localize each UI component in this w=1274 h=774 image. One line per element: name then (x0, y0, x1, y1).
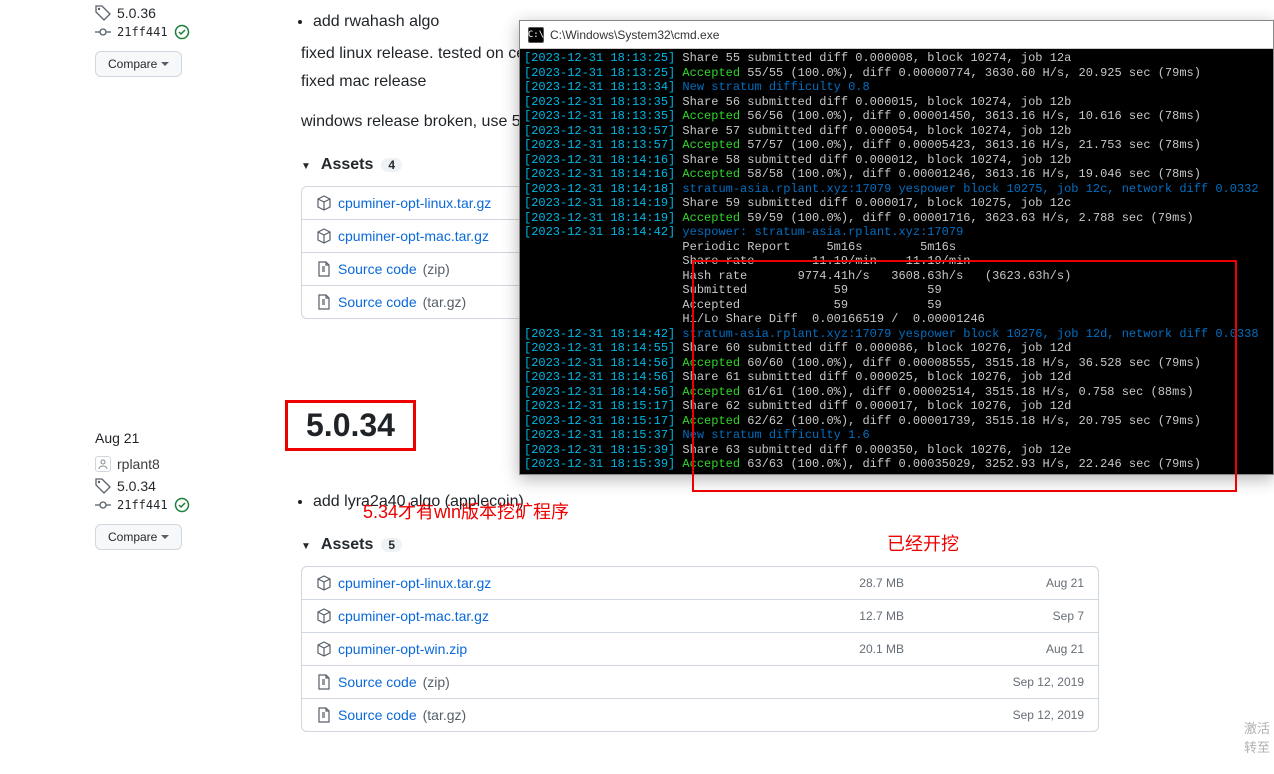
asset-row: cpuminer-opt-mac.tar.gz 12.7 MB Sep 7 (302, 599, 1098, 632)
asset-date: Aug 21 (994, 642, 1084, 656)
asset-link[interactable]: cpuminer-opt-win.zip (338, 641, 467, 657)
package-icon (316, 641, 332, 657)
asset-link[interactable]: cpuminer-opt-linux.tar.gz (338, 195, 491, 211)
asset-row: cpuminer-opt-linux.tar.gz 28.7 MB Aug 21 (302, 567, 1098, 599)
cmd-body[interactable]: [2023-12-31 18:13:25] Share 55 submitted… (520, 49, 1273, 474)
assets-label: Assets (321, 156, 373, 174)
tag-value-2: 5.0.34 (117, 478, 156, 494)
verified-icon (174, 497, 190, 513)
package-icon (316, 228, 332, 244)
asset-link[interactable]: Source code (338, 261, 417, 277)
release-2-body: add lyra2a40 algo (applecoin) Assets 5 c… (285, 490, 1099, 732)
release-2-title: 5.0.34 (285, 400, 416, 451)
asset-date: Aug 21 (994, 576, 1084, 590)
asset-link[interactable]: Source code (338, 674, 417, 690)
cmd-window-icon: C:\ (528, 27, 544, 43)
release-date: Aug 21 (95, 430, 245, 446)
assets-count: 5 (381, 538, 402, 552)
verified-icon (174, 24, 190, 40)
compare-label: Compare (108, 530, 157, 544)
compare-button[interactable]: Compare (95, 51, 182, 77)
watermark-line2: 转至 (1244, 737, 1270, 756)
file-zip-icon (316, 674, 332, 690)
asset-ext: (tar.gz) (423, 294, 467, 310)
asset-size: 28.7 MB (859, 576, 904, 590)
commit-value-2[interactable]: 21ff441 (117, 498, 168, 512)
assets-label: Assets (321, 536, 373, 554)
chevron-down-icon (161, 62, 169, 66)
annotation-text-2: 已经开挖 (887, 530, 959, 556)
assets-2-list: cpuminer-opt-linux.tar.gz28.7 MBAug 21cp… (301, 566, 1099, 732)
caret-icon (301, 156, 313, 174)
caret-icon (301, 536, 313, 554)
package-icon (316, 575, 332, 591)
tag-value: 5.0.36 (117, 5, 156, 21)
asset-link[interactable]: cpuminer-opt-mac.tar.gz (338, 608, 489, 624)
asset-row: cpuminer-opt-win.zip 20.1 MB Aug 21 (302, 632, 1098, 665)
chevron-down-icon (161, 535, 169, 539)
asset-date: Sep 7 (994, 609, 1084, 623)
commit-icon (95, 24, 111, 40)
asset-size: 20.1 MB (859, 642, 904, 656)
assets-2-header[interactable]: Assets 5 (301, 536, 1099, 554)
commit-row: 21ff441 (95, 24, 245, 40)
cmd-titlebar[interactable]: C:\ C:\Windows\System32\cmd.exe (520, 21, 1273, 49)
file-zip-icon (316, 294, 332, 310)
compare-button-2[interactable]: Compare (95, 524, 182, 550)
asset-row: Source code (tar.gz) Sep 12, 2019 (302, 698, 1098, 731)
commit-value[interactable]: 21ff441 (117, 25, 168, 39)
asset-link[interactable]: cpuminer-opt-linux.tar.gz (338, 575, 491, 591)
assets-count: 4 (381, 158, 402, 172)
avatar-icon (95, 456, 111, 472)
asset-date: Sep 12, 2019 (994, 675, 1084, 689)
cmd-window: C:\ C:\Windows\System32\cmd.exe [2023-12… (519, 20, 1274, 475)
asset-link[interactable]: Source code (338, 294, 417, 310)
file-zip-icon (316, 261, 332, 277)
tag-row: 5.0.36 (95, 5, 245, 21)
commit-icon (95, 497, 111, 513)
asset-date: Sep 12, 2019 (994, 708, 1084, 722)
package-icon (316, 608, 332, 624)
tag-icon (95, 5, 111, 21)
asset-ext: (zip) (423, 674, 450, 690)
asset-ext: (zip) (423, 261, 450, 277)
cmd-title: C:\Windows\System32\cmd.exe (550, 28, 719, 42)
tag-icon (95, 478, 111, 494)
annotation-text-1: 5.34才有win版本挖矿程序 (363, 498, 569, 524)
author-row[interactable]: rplant8 (95, 456, 245, 472)
asset-size: 12.7 MB (859, 609, 904, 623)
asset-row: Source code (zip) Sep 12, 2019 (302, 665, 1098, 698)
commit-row-2: 21ff441 (95, 497, 245, 513)
author-name: rplant8 (117, 456, 160, 472)
package-icon (316, 195, 332, 211)
compare-label: Compare (108, 57, 157, 71)
watermark-line1: 激活 (1244, 718, 1270, 737)
asset-ext: (tar.gz) (423, 707, 467, 723)
asset-link[interactable]: Source code (338, 707, 417, 723)
release-2-sidebar: Aug 21 rplant8 5.0.34 21ff441 Compare (95, 430, 245, 550)
tag-row-2: 5.0.34 (95, 478, 245, 494)
watermark: 激活 转至 (1244, 718, 1270, 756)
release-1-sidebar: 5.0.36 21ff441 Compare (95, 5, 245, 77)
asset-link[interactable]: cpuminer-opt-mac.tar.gz (338, 228, 489, 244)
file-zip-icon (316, 707, 332, 723)
